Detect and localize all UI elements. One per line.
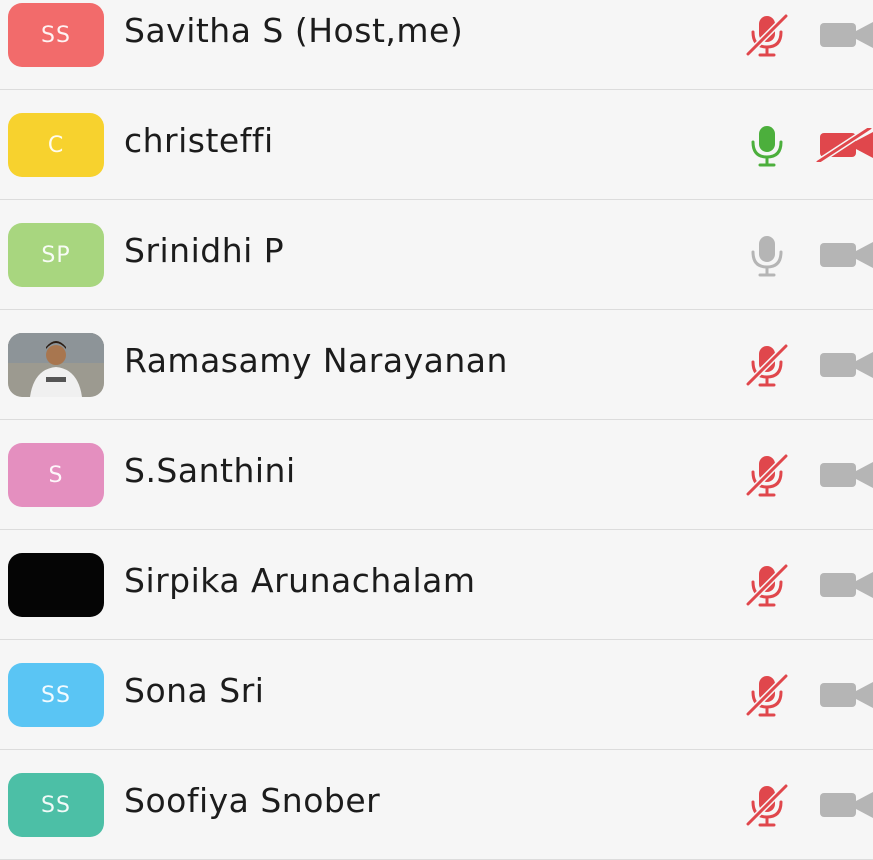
camera-off-icon[interactable] [814,568,873,602]
participants-list: SS Savitha S (Host,me) C christeffi SP S… [0,0,873,860]
avatar: SS [8,773,104,837]
person-photo-icon [8,333,104,397]
participant-name: Sona Sri [124,671,265,710]
participant-name: Savitha S (Host,me) [124,11,464,50]
avatar [8,553,104,617]
mic-muted-icon[interactable] [742,560,792,610]
participant-row[interactable]: S S.Santhini [0,420,873,530]
participant-row[interactable]: SS Sona Sri [0,640,873,750]
camera-off-icon[interactable] [814,238,873,272]
avatar-initials: C [47,132,65,158]
avatar: SS [8,663,104,727]
avatar: SS [8,3,104,67]
participant-row[interactable]: Ramasamy Narayanan [0,310,873,420]
mic-muted-icon[interactable] [742,450,792,500]
participant-name: Srinidhi P [124,231,285,270]
mic-muted-icon[interactable] [742,340,792,390]
participant-row[interactable]: Sirpika Arunachalam [0,530,873,640]
camera-off-icon[interactable] [814,348,873,382]
avatar-initials: SS [41,682,71,708]
participant-row[interactable]: C christeffi [0,90,873,200]
participant-name: christeffi [124,121,274,160]
mic-on-icon[interactable] [742,120,792,170]
avatar-initials: SP [41,242,71,268]
avatar-initials: SS [41,792,71,818]
participant-row[interactable]: SS Savitha S (Host,me) [0,0,873,90]
camera-off-icon[interactable] [814,678,873,712]
avatar: C [8,113,104,177]
avatar: S [8,443,104,507]
participant-row[interactable]: SP Srinidhi P [0,200,873,310]
avatar-photo [8,333,104,397]
mic-muted-icon[interactable] [742,10,792,60]
camera-off-icon[interactable] [814,788,873,822]
avatar: SP [8,223,104,287]
avatar-initials: SS [41,22,71,48]
participant-name: S.Santhini [124,451,296,490]
participant-row[interactable]: SS Soofiya Snober [0,750,873,860]
camera-disabled-icon[interactable] [814,128,873,162]
participant-name: Soofiya Snober [124,781,381,820]
participant-name: Ramasamy Narayanan [124,341,508,380]
mic-idle-icon[interactable] [742,230,792,280]
camera-off-icon[interactable] [814,458,873,492]
camera-off-icon[interactable] [814,18,873,52]
participant-name: Sirpika Arunachalam [124,561,476,600]
avatar-initials: S [48,462,64,488]
mic-muted-icon[interactable] [742,670,792,720]
mic-muted-icon[interactable] [742,780,792,830]
